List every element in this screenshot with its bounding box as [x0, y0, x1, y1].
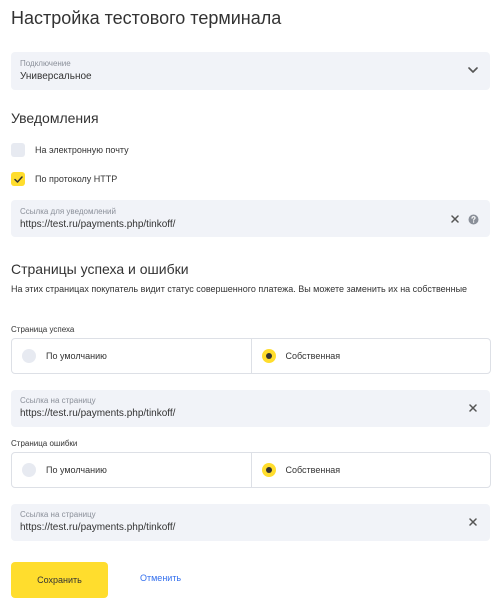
success-default-label: По умолчанию	[46, 351, 107, 361]
success-default-option[interactable]: По умолчанию	[12, 339, 251, 373]
connection-value: Универсальное	[20, 71, 92, 82]
chevron-down-icon[interactable]	[468, 67, 478, 74]
error-custom-radio[interactable]	[261, 463, 276, 477]
notification-url-label: Ссылка для уведомлений	[20, 207, 116, 216]
error-url-input[interactable]: https://test.ru/payments.php/tinkoff/	[20, 522, 175, 533]
success-custom-radio[interactable]	[261, 349, 276, 363]
email-checkbox-label: На электронную почту	[35, 145, 129, 155]
success-page-label: Страница успеха	[11, 325, 75, 334]
save-button[interactable]: Сохранить	[11, 562, 108, 598]
error-default-label: По умолчанию	[46, 465, 107, 475]
success-default-radio[interactable]	[22, 349, 36, 363]
success-custom-label: Собственная	[285, 351, 341, 361]
email-checkbox-row[interactable]: На электронную почту	[11, 142, 129, 158]
notification-url-field[interactable]: Ссылка для уведомлений https://test.ru/p…	[11, 200, 490, 237]
success-url-input[interactable]: https://test.ru/payments.php/tinkoff/	[20, 408, 175, 419]
http-checkbox-row[interactable]: По протоколу HTTP	[11, 171, 117, 187]
notifications-title: Уведомления	[11, 110, 99, 126]
error-page-radio-group[interactable]: По умолчанию Собственная	[11, 452, 491, 488]
success-page-radio-group[interactable]: По умолчанию Собственная	[11, 338, 491, 374]
pages-section-title: Страницы успеха и ошибки	[11, 261, 189, 277]
http-checkbox-label: По протоколу HTTP	[35, 174, 118, 184]
error-page-label: Страница ошибки	[11, 439, 78, 448]
success-custom-option[interactable]: Собственная	[250, 339, 491, 373]
error-url-field[interactable]: Ссылка на страницу https://test.ru/payme…	[11, 504, 490, 541]
pages-description: На этих страницах покупатель видит стату…	[11, 284, 468, 294]
connection-label: Подключение	[20, 59, 71, 68]
error-url-label: Ссылка на страницу	[20, 510, 96, 519]
error-default-radio[interactable]	[22, 463, 36, 477]
page-title: Настройка тестового терминала	[11, 8, 282, 28]
connection-select[interactable]: Подключение Универсальное	[11, 52, 490, 90]
clear-icon[interactable]	[467, 402, 479, 414]
error-custom-label: Собственная	[285, 465, 341, 475]
http-checkbox[interactable]	[11, 172, 25, 186]
clear-icon[interactable]	[449, 213, 461, 225]
error-default-option[interactable]: По умолчанию	[12, 453, 251, 487]
checkmark-icon	[13, 175, 23, 183]
clear-icon[interactable]	[467, 516, 479, 528]
notification-url-input[interactable]: https://test.ru/payments.php/tinkoff/	[20, 219, 175, 230]
email-checkbox[interactable]	[11, 143, 25, 157]
success-url-field[interactable]: Ссылка на страницу https://test.ru/payme…	[11, 390, 490, 427]
error-custom-option[interactable]: Собственная	[250, 453, 491, 487]
success-url-label: Ссылка на страницу	[20, 396, 96, 405]
cancel-button[interactable]: Отменить	[140, 573, 181, 583]
help-icon[interactable]	[467, 213, 479, 225]
